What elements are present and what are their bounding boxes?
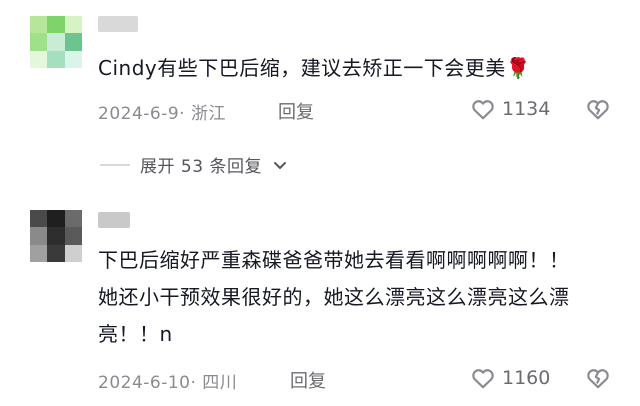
username-blurred[interactable] xyxy=(98,16,138,32)
broken-heart-icon[interactable] xyxy=(585,96,611,122)
divider xyxy=(100,163,130,166)
avatar-pixel xyxy=(64,16,82,34)
avatar[interactable] xyxy=(30,210,82,262)
avatar-pixel xyxy=(47,16,65,34)
like-button[interactable]: 1134 xyxy=(470,96,550,122)
avatar-pixel xyxy=(64,50,82,68)
broken-heart-icon[interactable] xyxy=(585,365,611,391)
avatar-pixel xyxy=(30,16,48,34)
avatar-pixel xyxy=(47,227,65,245)
comment-item: 下巴后缩好严重森碟爸爸带她去看看啊啊啊啊啊！！她还小干预效果很好的，她这么漂亮这… xyxy=(0,196,640,406)
avatar[interactable] xyxy=(30,16,82,68)
like-count: 1134 xyxy=(502,98,551,120)
avatar-pixel xyxy=(30,210,48,228)
avatar-pixel xyxy=(30,244,48,262)
comment-date-location: 2024-6-10· 四川 xyxy=(98,373,238,393)
avatar-pixel xyxy=(47,244,65,262)
username-blurred[interactable] xyxy=(98,212,130,228)
like-button[interactable]: 1160 xyxy=(470,365,550,391)
reply-button[interactable]: 回复 xyxy=(278,98,314,124)
comment-text: 下巴后缩好严重森碟爸爸带她去看看啊啊啊啊啊！！她还小干预效果很好的，她这么漂亮这… xyxy=(98,248,570,346)
expand-replies-label: 展开 53 条回复 xyxy=(140,157,262,177)
avatar-pixel xyxy=(30,33,48,51)
avatar-pixel xyxy=(30,50,48,68)
chevron-down-icon xyxy=(272,157,288,173)
avatar-pixel xyxy=(30,227,48,245)
avatar-pixel xyxy=(47,33,65,51)
avatar-pixel xyxy=(47,50,65,68)
heart-outline-icon xyxy=(470,96,496,122)
comment-text: Cindy有些下巴后缩，建议去矫正一下会更美🌹 xyxy=(98,56,532,80)
expand-replies-button[interactable]: 展开 53 条回复 xyxy=(100,152,288,177)
avatar-pixel xyxy=(47,210,65,228)
reply-button[interactable]: 回复 xyxy=(290,367,326,393)
avatar-pixel xyxy=(64,33,82,51)
comment-item: Cindy有些下巴后缩，建议去矫正一下会更美🌹 2024-6-9· 浙江 回复 … xyxy=(0,0,640,140)
heart-outline-icon xyxy=(470,365,496,391)
comment-date-location: 2024-6-9· 浙江 xyxy=(98,104,226,124)
avatar-pixel xyxy=(64,210,82,228)
like-count: 1160 xyxy=(502,367,551,389)
avatar-pixel xyxy=(64,227,82,245)
avatar-pixel xyxy=(64,244,82,262)
